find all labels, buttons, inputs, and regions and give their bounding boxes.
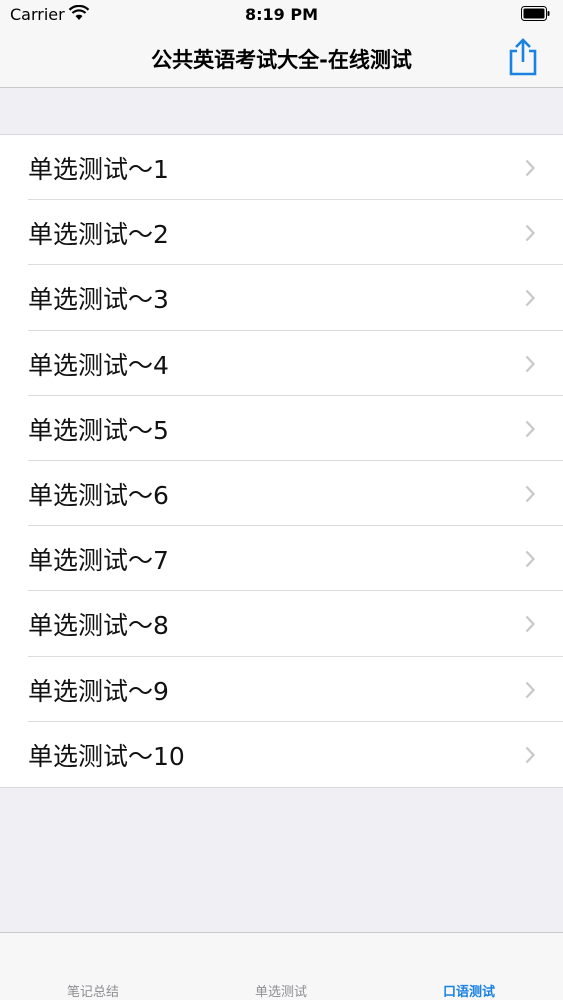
list-item[interactable]: 单选测试～5 xyxy=(0,396,563,461)
list-item-label: 单选测试～7 xyxy=(28,546,169,576)
chevron-right-icon xyxy=(525,159,535,177)
tab-bar: 笔记总结 单选测试 口语测试 xyxy=(0,932,563,1000)
list-item[interactable]: 单选测试～8 xyxy=(0,591,563,657)
list-item[interactable]: 单选测试～7 xyxy=(0,526,563,592)
chevron-right-icon xyxy=(525,485,535,503)
chevron-right-icon xyxy=(525,290,535,307)
list-item[interactable]: 单选测试～6 xyxy=(0,461,563,527)
tab-1[interactable]: 笔记总结 xyxy=(0,981,187,1000)
chevron-right-icon xyxy=(525,550,535,568)
list-item-label: 单选测试～3 xyxy=(28,285,169,315)
list-item[interactable]: 单选测试～3 xyxy=(0,265,563,331)
test-list: 单选测试～1 单选测试～2 单选测试～3 单选测试～4 单选测试～5 单选测试～6 单选测试… xyxy=(0,134,563,788)
status-bar: Carrier 8:19 PM xyxy=(0,0,563,30)
list-item[interactable]: 单选测试～2 xyxy=(0,200,563,266)
list-item[interactable]: 单选测试～9 xyxy=(0,657,563,722)
list-item[interactable]: 单选测试～1 xyxy=(0,135,563,201)
list-item-label: 单选测试～8 xyxy=(28,611,169,641)
share-icon xyxy=(509,38,537,76)
list-item-label: 单选测试～10 xyxy=(28,741,185,771)
chevron-right-icon xyxy=(525,616,535,633)
list-item-label: 单选测试～5 xyxy=(28,415,169,445)
chevron-right-icon xyxy=(525,420,535,438)
list-item-label: 单选测试～1 xyxy=(28,155,169,184)
battery-icon xyxy=(521,6,550,21)
chevron-right-icon xyxy=(525,746,535,763)
tab-2[interactable]: 单选测试 xyxy=(187,981,375,1000)
chevron-right-icon xyxy=(525,681,535,698)
list-item[interactable]: 单选测试～4 xyxy=(0,331,563,396)
list-item[interactable]: 单选测试～10 xyxy=(0,722,563,787)
list-item-label: 单选测试～4 xyxy=(28,350,169,380)
chevron-right-icon xyxy=(525,224,535,242)
list-item-label: 单选测试～2 xyxy=(28,220,169,250)
navigation-bar: 公共英语考试大全-在线测试 xyxy=(0,30,563,88)
share-button[interactable] xyxy=(505,37,541,77)
list-item-label: 单选测试～6 xyxy=(28,480,169,510)
clock: 8:19 PM xyxy=(244,5,318,24)
chevron-right-icon xyxy=(525,355,535,372)
tab-3[interactable]: 口语测试 xyxy=(375,981,563,1000)
page-title: 公共英语考试大全-在线测试 xyxy=(151,48,412,72)
list-item-label: 单选测试～9 xyxy=(28,676,169,706)
